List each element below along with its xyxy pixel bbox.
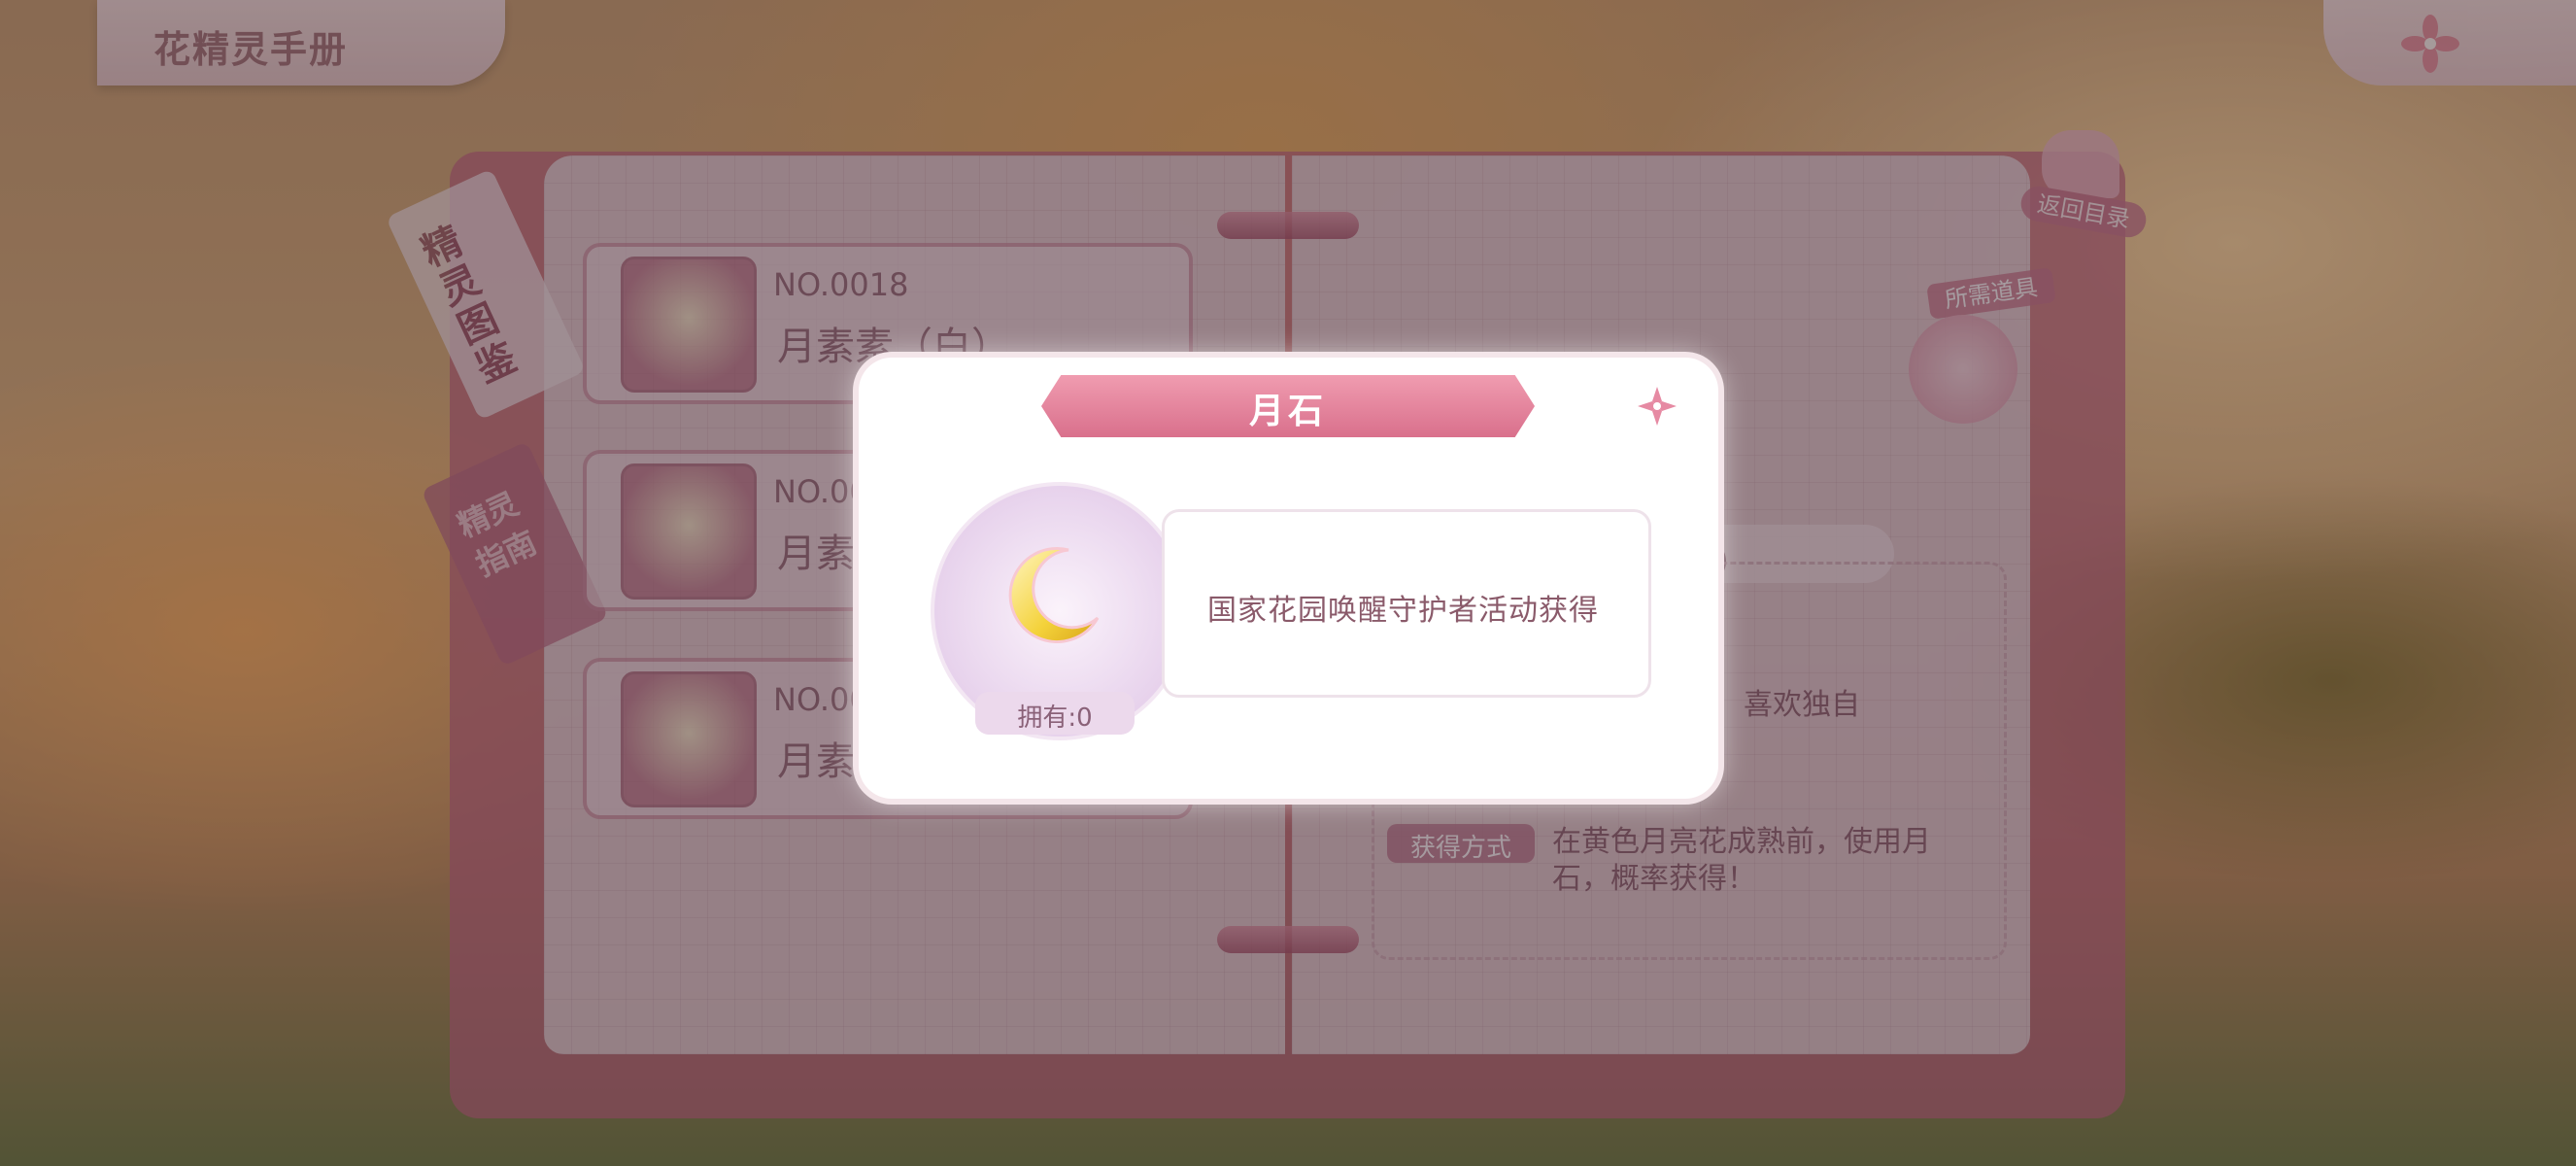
item-source-box: 国家花园唤醒守护者活动获得 [1162,509,1651,698]
moon-icon [1008,547,1100,644]
modal-title: 月石 [1248,392,1327,431]
flower-close-icon[interactable] [1636,385,1678,428]
owned-count-tag: 拥有:0 [975,692,1135,735]
item-source-text: 国家花园唤醒守护者活动获得 [1207,594,1599,628]
owned-count: 拥有:0 [1017,703,1093,733]
modal-header: 月石 [1041,375,1535,437]
